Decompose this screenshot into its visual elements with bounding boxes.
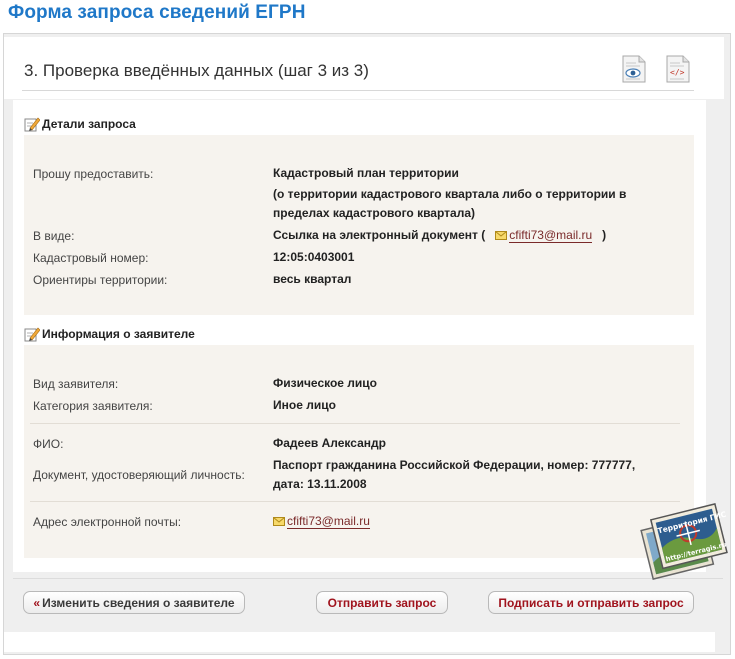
header-divider [22, 90, 694, 91]
step-title: 3. Проверка введённых данных (шаг 3 из 3… [24, 61, 369, 80]
change-applicant-label: Изменить сведения о заявителе [42, 595, 235, 610]
svg-text:</>: </> [670, 68, 685, 77]
request-label: Прошу предоставить: [33, 167, 154, 181]
section-applicant-title: Информация о заявителе [42, 327, 195, 341]
envelope-icon [273, 517, 285, 526]
footer-divider [13, 578, 723, 579]
applicant-email-link[interactable]: cfifti73@mail.ru [287, 514, 370, 529]
doc-value: Паспорт гражданина Российской Федерации,… [273, 458, 636, 491]
form-value-text: Ссылка на электронный документ ( [273, 228, 486, 242]
request-value: Кадастровый план территории [273, 166, 459, 180]
cadastral-value: 12:05:0403001 [273, 250, 355, 264]
form-value: Ссылка на электронный документ ( cfifti7… [273, 226, 606, 245]
section-details-heading: Детали запроса [24, 116, 136, 132]
applicant-category-label: Категория заявителя: [33, 399, 153, 413]
section-details-title: Детали запроса [42, 117, 136, 131]
applicant-type-label: Вид заявителя: [33, 377, 119, 391]
send-request-label: Отправить запрос [327, 595, 437, 610]
applicant-category-value: Иное лицо [273, 398, 336, 412]
envelope-icon [495, 231, 508, 240]
orient-label: Ориентиры территории: [33, 273, 168, 287]
change-applicant-button[interactable]: « Изменить сведения о заявителе [23, 591, 245, 614]
chevron-left-icon: « [33, 595, 41, 610]
request-note: (о территории кадастрового квартала либо… [273, 187, 627, 220]
form-value-close: ) [602, 228, 607, 242]
section-applicant-heading: Информация о заявителе [24, 326, 195, 342]
terragis-logo: Территория ГИС http://terragis.ru [637, 498, 735, 584]
applicant-type-value: Физическое лицо [273, 376, 378, 390]
cadastral-label: Кадастровый номер: [33, 251, 149, 265]
email-label: Адрес электронной почты: [33, 515, 182, 529]
email-value: cfifti73@mail.ru [273, 512, 370, 531]
form-bottom-band [4, 632, 715, 652]
applicant-divider [30, 423, 680, 424]
form-label: В виде: [33, 229, 75, 243]
sign-send-label: Подписать и отправить запрос [498, 595, 684, 610]
edit-pencil-icon [24, 326, 41, 342]
applicant-divider [30, 501, 680, 502]
edit-pencil-icon [24, 116, 41, 132]
fio-label: ФИО: [33, 437, 64, 451]
preview-document-icon[interactable] [622, 55, 646, 83]
doc-label: Документ, удостоверяющий личность: [33, 468, 245, 482]
fio-value: Фадеев Александр [273, 436, 386, 450]
sign-send-button[interactable]: Подписать и отправить запрос [488, 591, 694, 614]
send-request-button[interactable]: Отправить запрос [316, 591, 448, 614]
page-title: Форма запроса сведений ЕГРН [8, 2, 306, 23]
orient-value: весь квартал [273, 272, 352, 286]
xml-document-icon[interactable]: </> [666, 55, 690, 83]
details-panel [24, 135, 694, 315]
form-email-link[interactable]: cfifti73@mail.ru [509, 228, 593, 243]
